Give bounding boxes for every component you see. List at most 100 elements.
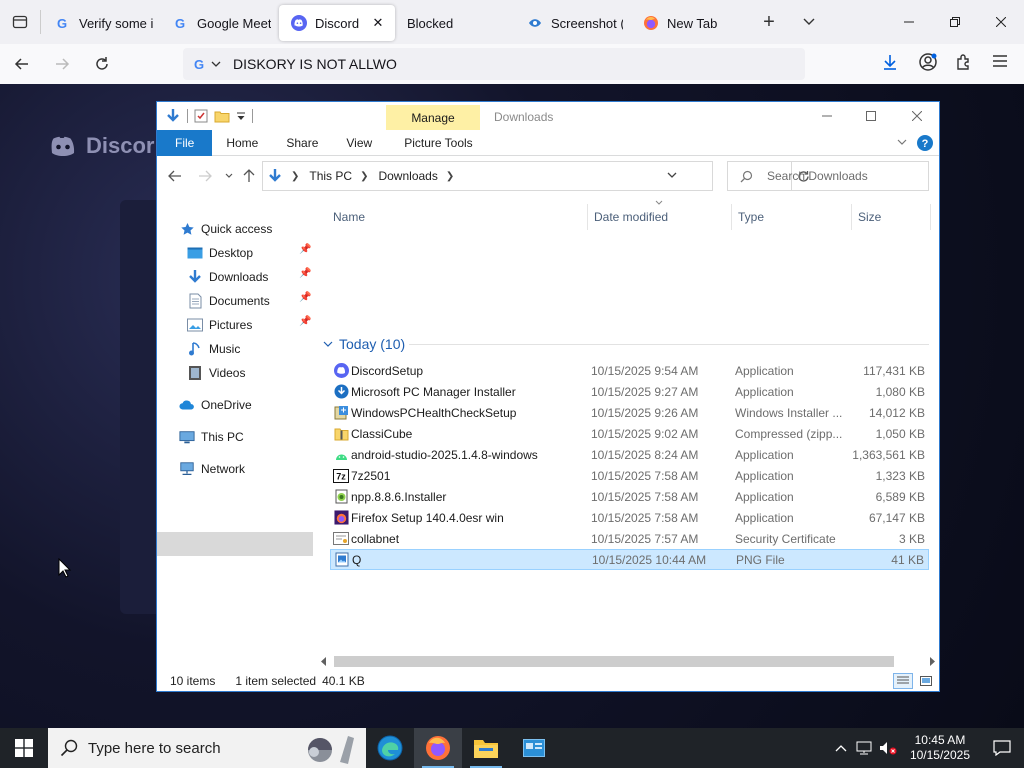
ribbon-tab-home[interactable]: Home (212, 130, 272, 155)
clock[interactable]: 10:45 AM 10/15/2025 (910, 733, 970, 763)
taskbar-edge[interactable] (366, 728, 414, 768)
menu-button[interactable] (992, 54, 1008, 68)
breadcrumb-separator[interactable]: ❯ (360, 171, 368, 182)
downloads-button[interactable] (880, 52, 900, 72)
file-type: Application (735, 468, 794, 483)
nav-pictures[interactable]: Pictures (187, 314, 252, 336)
scrollbar-thumb[interactable] (334, 656, 894, 667)
list-all-tabs-button[interactable] (789, 0, 829, 44)
column-header-date[interactable]: Date modified (594, 210, 668, 224)
nav-desktop[interactable]: Desktop (187, 242, 253, 264)
notifications-button[interactable] (980, 740, 1024, 756)
help-icon[interactable]: ? (917, 134, 933, 151)
breadcrumb-separator[interactable]: ❯ (291, 171, 299, 182)
horizontal-scrollbar[interactable] (317, 653, 939, 670)
back-button[interactable] (4, 48, 40, 80)
scroll-left-icon[interactable] (321, 657, 327, 666)
nav-quick-access[interactable]: Quick access (179, 218, 272, 240)
file-row[interactable]: collabnet 10/15/2025 7:57 AM Security Cert… (330, 528, 929, 549)
show-hidden-icons-button[interactable] (830, 744, 852, 752)
address-history-button[interactable] (667, 172, 677, 179)
ribbon-tab-view[interactable]: View (332, 130, 386, 155)
tab-discord[interactable]: Discord ✕ (279, 5, 395, 41)
search-downloads-input[interactable]: Search Downloads (727, 161, 929, 191)
file-row[interactable]: Microsoft PC Manager Installer 10/15/2025… (330, 381, 929, 402)
taskbar-app[interactable] (510, 728, 558, 768)
column-header-type[interactable]: Type (738, 210, 764, 224)
maximize-button[interactable] (932, 0, 978, 44)
file-row[interactable]: npp.8.8.6.Installer 10/15/2025 7:58 AM App… (330, 486, 929, 507)
taskbar-firefox[interactable] (414, 728, 462, 768)
file-row[interactable]: 7z 7z2501 10/15/2025 7:58 AM Application 1,3… (330, 465, 929, 486)
column-divider[interactable] (587, 204, 588, 230)
nav-documents[interactable]: Documents (187, 290, 270, 312)
tab-verify[interactable]: G Verify some inf (43, 5, 161, 41)
breadcrumb-separator[interactable]: ❯ (446, 171, 454, 182)
file-size: 1,050 KB (875, 426, 925, 441)
nav-onedrive[interactable]: OneDrive (179, 394, 252, 416)
forward-button[interactable] (44, 48, 80, 80)
column-header-name[interactable]: Name (333, 210, 365, 224)
file-row[interactable]: ClassiCube 10/15/2025 9:02 AM Compressed (… (330, 423, 929, 444)
account-button[interactable] (918, 52, 938, 72)
taskbar-file-explorer[interactable] (462, 728, 510, 768)
explorer-forward-button[interactable] (197, 168, 213, 184)
nav-downloads[interactable]: Downloads (187, 266, 268, 288)
ribbon-tab-share[interactable]: Share (272, 130, 332, 155)
recent-locations-button[interactable] (221, 168, 237, 184)
volume-button[interactable] (876, 741, 900, 755)
large-icons-view-button[interactable] (917, 673, 935, 689)
tab-google-meet[interactable]: G Google Meet (161, 5, 279, 41)
new-tab-button[interactable]: + (749, 0, 789, 44)
network-status-button[interactable] (852, 741, 876, 755)
tab-blocked[interactable]: Blocked (395, 5, 515, 41)
expand-ribbon-icon[interactable] (897, 139, 907, 146)
address-bar[interactable]: ❯ This PC ❯ Downloads ❯ (262, 161, 809, 191)
details-view-button[interactable] (893, 673, 913, 689)
nav-music[interactable]: Music (187, 338, 240, 360)
tab-new-tab[interactable]: New Tab (631, 5, 749, 41)
up-button[interactable] (241, 168, 257, 184)
column-divider[interactable] (731, 204, 732, 230)
scroll-right-icon[interactable] (929, 657, 935, 666)
column-divider[interactable] (851, 204, 852, 230)
file-row[interactable]: Firefox Setup 140.4.0esr win 10/15/2025 7… (330, 507, 929, 528)
url-bar[interactable]: G DISKORY IS NOT ALLWO (183, 48, 805, 80)
close-tab-button[interactable]: ✕ (369, 14, 387, 32)
nav-network[interactable]: Network (179, 458, 245, 480)
start-button[interactable] (0, 728, 48, 768)
tab-overview-button[interactable] (0, 0, 40, 44)
breadcrumb-downloads[interactable]: Downloads (378, 169, 437, 183)
explorer-minimize-button[interactable] (815, 108, 839, 124)
ribbon-tabs: File Home Share View Picture Tools ? (157, 129, 939, 156)
reload-button[interactable] (84, 48, 120, 80)
explorer-maximize-button[interactable] (859, 108, 883, 124)
column-divider[interactable] (930, 204, 931, 230)
explorer-close-button[interactable] (905, 108, 929, 124)
file-row[interactable]: android-studio-2025.1.4.8-windows 10/15/2… (330, 444, 929, 465)
properties-icon[interactable] (194, 109, 208, 123)
clock-date: 10/15/2025 (909, 748, 970, 762)
extensions-button[interactable] (955, 53, 973, 71)
file-row[interactable]: DiscordSetup 10/15/2025 9:54 AM Applicatio… (330, 360, 929, 381)
quick-access-toolbar (165, 108, 253, 124)
nav-videos[interactable]: Videos (187, 362, 245, 384)
pin-icon: 📌 (299, 292, 312, 303)
file-row[interactable]: WindowsPCHealthCheckSetup 10/15/2025 9:26… (330, 402, 929, 423)
explorer-back-button[interactable] (167, 168, 183, 184)
url-text[interactable]: DISKORY IS NOT ALLWO (233, 56, 397, 72)
customize-qat-icon[interactable] (236, 111, 246, 121)
breadcrumb-this-pc[interactable]: This PC (309, 169, 352, 183)
manage-context-tab[interactable]: Manage (386, 105, 480, 130)
ribbon-tab-file[interactable]: File (157, 129, 213, 156)
minimize-button[interactable] (886, 0, 932, 44)
close-window-button[interactable] (978, 0, 1024, 44)
tab-screenshot[interactable]: Screenshot (1) (515, 5, 631, 41)
nav-this-pc[interactable]: This PC (179, 426, 244, 448)
new-folder-icon[interactable] (214, 109, 230, 123)
column-header-size[interactable]: Size (858, 210, 881, 224)
ribbon-tab-picture-tools[interactable]: Picture Tools (390, 130, 486, 155)
chevron-down-icon[interactable] (211, 61, 221, 67)
taskbar-search-box[interactable]: Type here to search (48, 728, 366, 768)
file-row[interactable]: Q 10/15/2025 10:44 AM PNG File 41 KB (330, 549, 929, 570)
